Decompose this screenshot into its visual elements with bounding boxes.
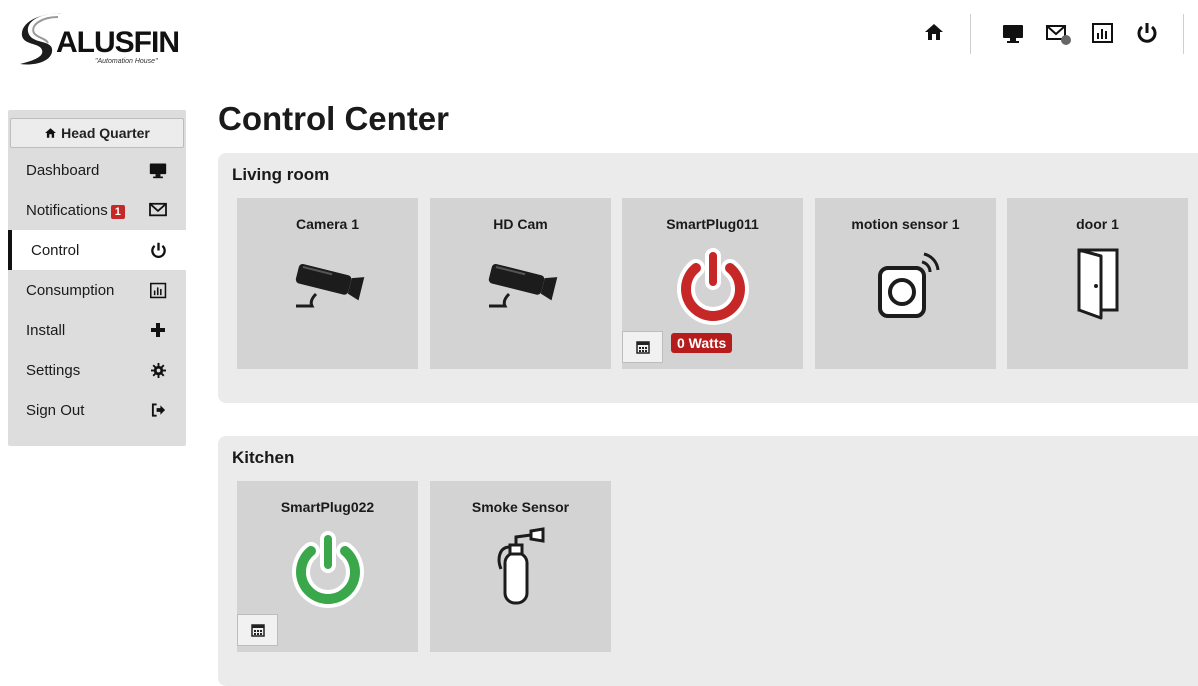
- sidebar-item-notifications[interactable]: Notifications 1: [8, 190, 186, 230]
- mail-icon: [148, 200, 168, 220]
- sign-out-icon: [148, 400, 168, 420]
- schedule-button[interactable]: [237, 614, 278, 646]
- device-tile-camera-1[interactable]: Camera 1: [237, 198, 418, 369]
- room-title: Living room: [232, 165, 330, 184]
- sidebar-item-consumption[interactable]: Consumption: [8, 270, 186, 310]
- plus-icon: [148, 320, 168, 340]
- device-name: SmartPlug011: [666, 216, 759, 232]
- device-name: Smoke Sensor: [471, 499, 570, 515]
- logo-text: ALUSFIN: [56, 26, 180, 59]
- power-icon[interactable]: [672, 246, 754, 333]
- sidebar-item-dashboard[interactable]: Dashboard: [8, 150, 186, 190]
- device-tile-smartplug011[interactable]: SmartPlug011 0 Watts: [622, 198, 803, 369]
- sidebar-item-settings[interactable]: Settings: [8, 350, 186, 390]
- schedule-button[interactable]: [622, 331, 663, 363]
- sidebar-item-label: Notifications: [26, 201, 108, 219]
- camera-icon: [481, 260, 561, 315]
- sidebar-header-head-quarter[interactable]: Head Quarter: [10, 118, 184, 148]
- sidebar-item-install[interactable]: Install: [8, 310, 186, 350]
- device-tile-hd-cam[interactable]: HD Cam: [430, 198, 611, 369]
- top-toolbar: [898, 14, 1198, 54]
- sidebar: Head Quarter Dashboard Notifications 1 Co…: [8, 110, 186, 446]
- device-name: Camera 1: [295, 216, 360, 232]
- monitor-icon[interactable]: [1002, 22, 1024, 44]
- toolbar-divider: [1183, 14, 1184, 54]
- room-title: Kitchen: [232, 448, 295, 467]
- logo-tagline: "Automation House": [95, 58, 158, 65]
- room-living-room: Living room Camera 1 HD Cam SmartPlug011…: [218, 153, 1198, 403]
- device-name: SmartPlug022: [280, 499, 375, 515]
- motion-sensor-icon: [866, 244, 946, 331]
- toolbar-divider: [970, 14, 971, 54]
- sidebar-header-label: Head Quarter: [61, 125, 150, 141]
- logo[interactable]: ALUSFIN "Automation House": [18, 10, 188, 68]
- sidebar-item-label: Sign Out: [26, 401, 85, 419]
- room-kitchen: Kitchen SmartPlug022 Smoke Sensor: [218, 436, 1198, 686]
- gear-icon: [148, 360, 168, 380]
- chart-icon: [148, 280, 168, 300]
- device-tile-smoke-sensor[interactable]: Smoke Sensor: [430, 481, 611, 652]
- chart-icon[interactable]: [1092, 22, 1114, 44]
- sidebar-item-control[interactable]: Control: [8, 230, 186, 270]
- device-tile-motion-sensor-1[interactable]: motion sensor 1: [815, 198, 996, 369]
- sidebar-item-label: Consumption: [26, 281, 115, 299]
- calendar-icon: [250, 624, 265, 637]
- door-icon: [1071, 242, 1125, 327]
- fire-extinguisher-icon: [491, 525, 551, 614]
- power-icon[interactable]: [1136, 22, 1158, 44]
- sidebar-item-label: Settings: [26, 361, 81, 379]
- power-consumption-badge: 0 Watts: [671, 333, 733, 353]
- power-icon[interactable]: [287, 529, 369, 616]
- home-icon: [45, 128, 57, 138]
- device-name: door 1: [1076, 216, 1119, 232]
- device-tile-door-1[interactable]: door 1: [1007, 198, 1188, 369]
- mail-icon[interactable]: [1046, 22, 1071, 45]
- calendar-icon: [635, 341, 650, 354]
- monitor-icon: [148, 160, 168, 180]
- power-icon: [148, 240, 168, 260]
- sidebar-item-label: Dashboard: [26, 161, 100, 179]
- device-name: motion sensor 1: [851, 216, 960, 232]
- page-title: Control Center: [218, 100, 449, 137]
- device-name: HD Cam: [493, 216, 548, 232]
- notification-badge: 1: [110, 204, 125, 219]
- sidebar-item-sign-out[interactable]: Sign Out: [8, 390, 186, 430]
- sidebar-item-label-wrap: Notifications 1: [26, 202, 148, 219]
- sidebar-item-label: Control: [31, 241, 80, 259]
- sidebar-item-label: Install: [26, 321, 66, 339]
- home-icon[interactable]: [924, 22, 946, 44]
- device-tile-smartplug022[interactable]: SmartPlug022: [237, 481, 418, 652]
- camera-icon: [288, 260, 368, 315]
